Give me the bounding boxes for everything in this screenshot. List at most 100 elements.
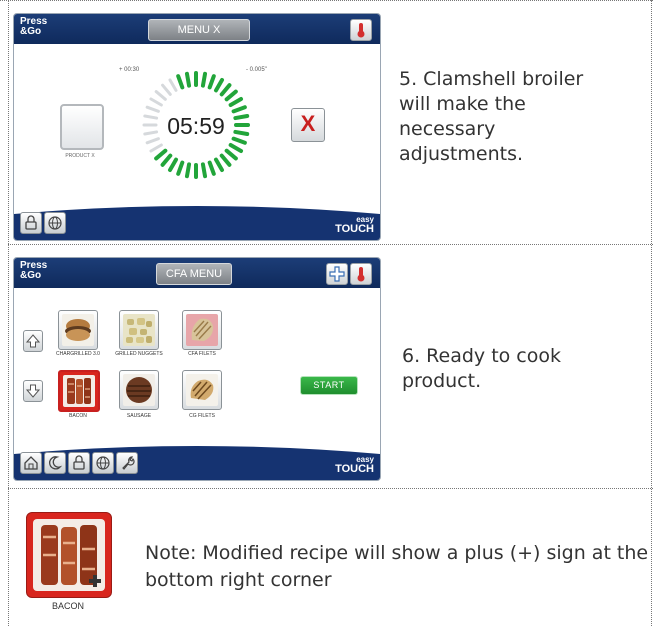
menu-title-button[interactable]: MENU X xyxy=(148,19,250,41)
add-recipe-button[interactable] xyxy=(326,263,348,285)
cancel-button[interactable]: X xyxy=(291,108,325,142)
timer-tick xyxy=(160,153,173,167)
scroll-up-button[interactable] xyxy=(23,330,43,352)
brand-logo: Press &Go xyxy=(20,260,48,281)
product-label: GRILLED NUGGETS xyxy=(115,351,163,357)
moon-icon xyxy=(49,456,63,470)
timer-tick xyxy=(200,71,208,88)
arrow-up-icon xyxy=(25,334,41,348)
step-6-text: 6. Ready to cook product. xyxy=(402,345,562,392)
plus-icon xyxy=(329,266,345,282)
timer-tick xyxy=(145,105,160,113)
thermometer-icon xyxy=(357,267,365,282)
product-label: CHARGRILLED 3.0 xyxy=(56,351,100,357)
timer-tick xyxy=(168,78,178,92)
right-border xyxy=(651,0,652,626)
grilled-filet-icon xyxy=(190,379,214,400)
lock-icon xyxy=(25,215,37,230)
service-button[interactable] xyxy=(116,452,138,474)
filet-icon xyxy=(191,318,214,341)
product-tile-sausage[interactable] xyxy=(119,370,159,410)
sausage-icon xyxy=(126,377,152,403)
timer-tick xyxy=(207,74,216,90)
timer-tick xyxy=(184,162,192,179)
timer-tick xyxy=(214,157,224,173)
product-tile-bacon[interactable] xyxy=(58,370,100,412)
product-label: BACON xyxy=(69,413,87,419)
easy-touch-logo: easy TOUCH xyxy=(335,215,374,235)
step-5-text: 5. Clamshell broiler will make the neces… xyxy=(399,68,584,165)
globe-icon xyxy=(48,216,62,230)
home-button[interactable] xyxy=(20,452,42,474)
screen-footer: easy TOUCH xyxy=(14,442,380,480)
top-border xyxy=(0,0,653,1)
timer-tick xyxy=(219,153,232,167)
timer-tick xyxy=(224,89,238,102)
brand-logo: Press &Go xyxy=(20,16,48,37)
left-border xyxy=(8,0,9,626)
product-label: PRODUCT X xyxy=(65,153,95,159)
product-label: CG FILETS xyxy=(189,413,215,419)
product-tile-cg-filets[interactable] xyxy=(182,370,222,410)
timer-tick xyxy=(176,74,185,90)
lock-button[interactable] xyxy=(68,452,90,474)
globe-icon xyxy=(96,456,110,470)
start-button[interactable]: START xyxy=(300,376,358,395)
home-icon xyxy=(24,456,38,470)
timer-tick xyxy=(228,97,244,107)
timer-time-offset: + 00:30 xyxy=(119,67,140,73)
screen-header: Press &Go MENU X xyxy=(14,14,380,44)
timer-tick xyxy=(233,113,250,121)
thermometer-button[interactable] xyxy=(350,263,372,285)
scroll-down-button[interactable] xyxy=(23,380,43,402)
bacon-modified-tile[interactable] xyxy=(26,512,112,598)
note-text: Note: Modified recipe will show a plus (… xyxy=(145,542,649,591)
divider-2 xyxy=(8,488,653,489)
easy-touch-logo: easy TOUCH xyxy=(335,455,374,475)
timer-tick xyxy=(207,160,216,176)
timer-tick xyxy=(228,143,244,153)
timer-tick xyxy=(214,77,224,93)
timer-tick xyxy=(200,162,208,179)
divider-1 xyxy=(8,244,653,245)
timer-tick xyxy=(224,148,238,161)
lock-icon xyxy=(73,455,85,470)
menu-title-button[interactable]: CFA MENU xyxy=(156,263,232,285)
language-button[interactable] xyxy=(92,452,114,474)
timer-value: 05:59 xyxy=(167,113,225,139)
thermometer-icon xyxy=(357,23,365,38)
timer-tick xyxy=(219,83,232,97)
sandwich-icon xyxy=(65,319,91,341)
nuggets-icon xyxy=(126,318,152,343)
product-label: SAUSAGE xyxy=(126,413,152,419)
bacon-tile-label: BACON xyxy=(51,601,84,611)
plus-icon xyxy=(89,575,101,587)
timer-tick xyxy=(168,157,178,173)
product-tile-cfa-filets[interactable] xyxy=(182,310,222,350)
thermometer-button[interactable] xyxy=(350,19,372,41)
product-label: CFA FILETS xyxy=(188,351,216,357)
arrow-down-icon xyxy=(25,384,41,398)
screen-footer: easy TOUCH xyxy=(14,202,380,240)
timer-tick xyxy=(154,90,167,101)
timer-tick xyxy=(231,105,247,114)
timer-tick xyxy=(149,97,163,107)
screen-panel-menu-x: Press &Go MENU X PRODUCT X + 00:30 - 0.0… xyxy=(13,13,381,241)
close-icon: X xyxy=(300,111,316,136)
lock-button[interactable] xyxy=(20,212,42,234)
timer-tick xyxy=(176,160,185,176)
footer-wave xyxy=(14,206,380,240)
product-tile-chargrilled[interactable] xyxy=(58,310,98,350)
timer-tick xyxy=(184,71,192,88)
timer-tick xyxy=(154,148,168,161)
timer-tick xyxy=(161,83,172,96)
timer-tick xyxy=(149,143,163,153)
product-tile-nuggets[interactable] xyxy=(119,310,159,350)
timer-tick xyxy=(233,129,250,137)
product-tile[interactable] xyxy=(60,104,104,150)
language-button[interactable] xyxy=(44,212,66,234)
bacon-icon xyxy=(67,378,91,404)
screen-header: Press &Go CFA MENU xyxy=(14,258,380,288)
sleep-button[interactable] xyxy=(44,452,66,474)
screen-panel-cfa-menu: Press &Go CFA MENU CHARGRILLED 3.0 GRILL… xyxy=(13,257,381,481)
